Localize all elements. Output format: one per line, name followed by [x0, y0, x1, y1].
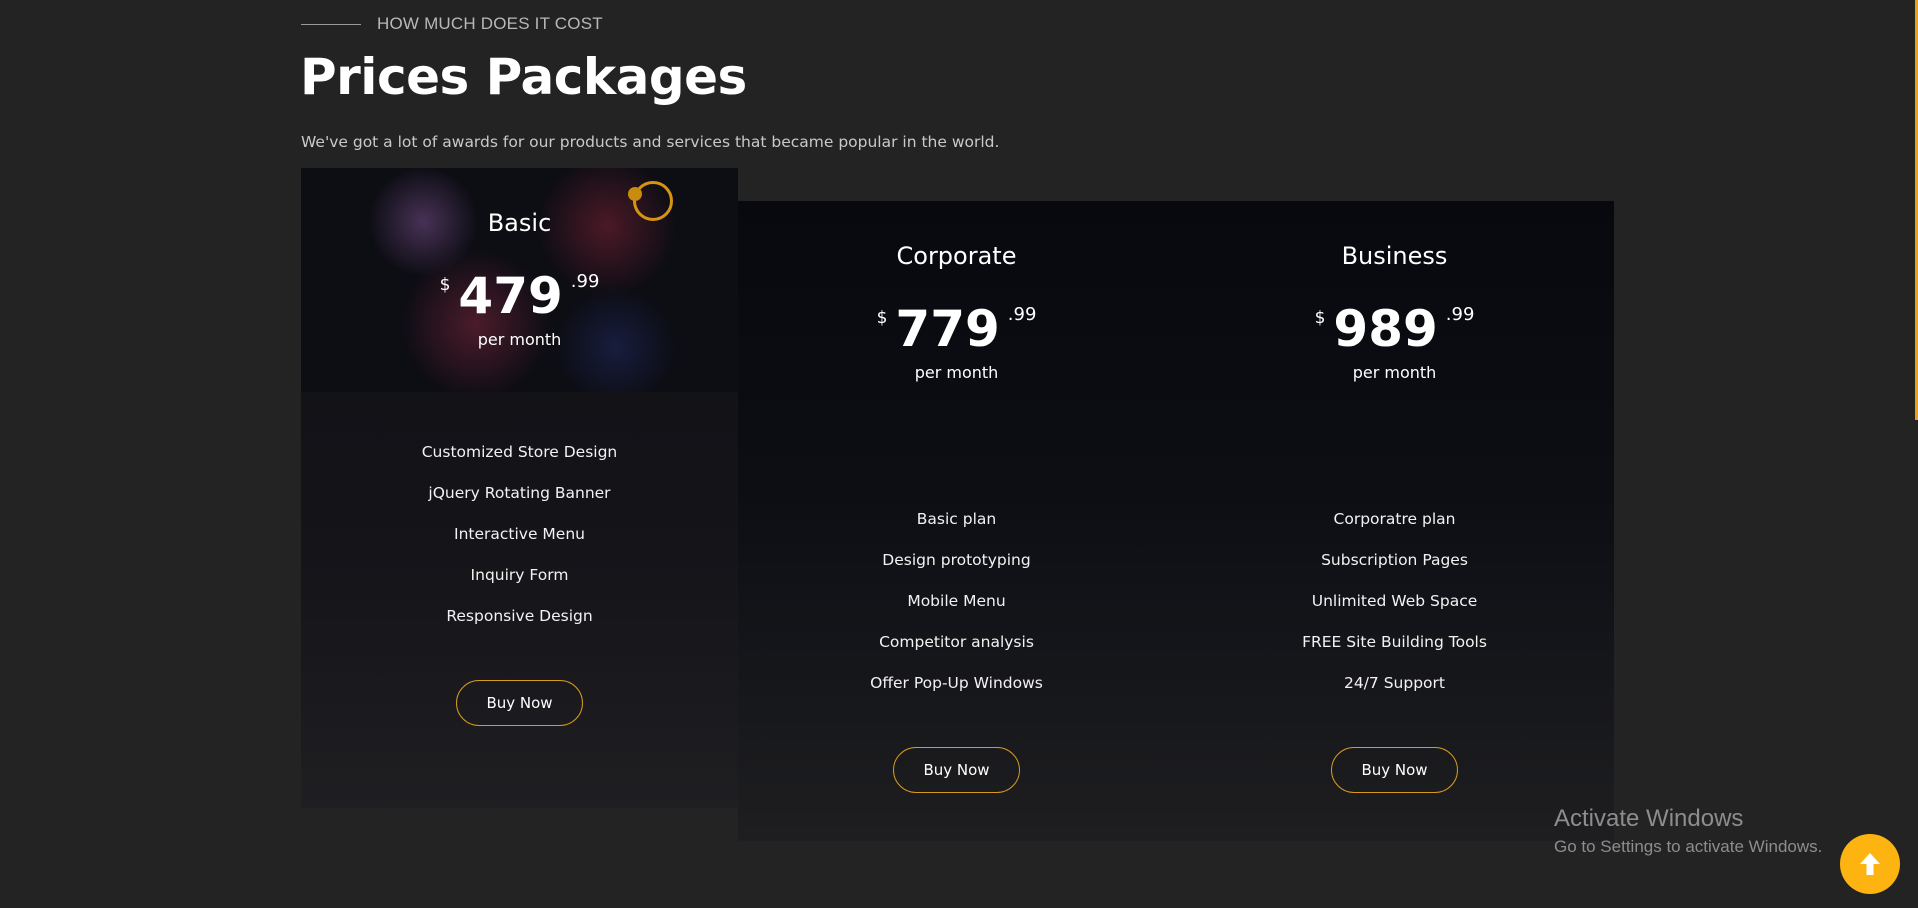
price-period: per month — [914, 363, 999, 382]
price-cents: .99 — [1007, 304, 1037, 325]
feature-item: Competitor analysis — [879, 633, 1034, 651]
pricing-card-business: Business $ 989 .99 per month Corporatre … — [1175, 201, 1614, 841]
feature-item: Mobile Menu — [907, 592, 1006, 610]
feature-item: Customized Store Design — [421, 443, 618, 461]
feature-item: 24/7 Support — [1343, 674, 1445, 692]
price-currency: $ — [439, 275, 451, 295]
feature-item: Inquiry Form — [470, 566, 569, 584]
plan-price: $ 989 .99 — [1175, 300, 1614, 358]
pricing-card-header: Corporate $ 779 .99 per month — [738, 201, 1175, 425]
feature-item: FREE Site Building Tools — [1302, 633, 1487, 651]
section-eyebrow: HOW MUCH DOES IT COST — [301, 14, 603, 34]
price-amount: 989 — [1333, 300, 1438, 358]
feature-item: Interactive Menu — [454, 525, 585, 543]
feature-item: Basic plan — [916, 510, 997, 528]
plan-name: Corporate — [896, 242, 1017, 270]
feature-item: Design prototyping — [882, 551, 1031, 569]
feature-item: jQuery Rotating Banner — [428, 484, 611, 502]
dot-decoration-icon — [628, 187, 642, 201]
price-currency: $ — [1314, 308, 1326, 328]
price-cents: .99 — [570, 271, 600, 292]
section-subtitle: We've got a lot of awards for our produc… — [301, 133, 1000, 151]
plan-price: $ 479 .99 — [301, 267, 738, 325]
pricing-card-corporate: Corporate $ 779 .99 per month Basic plan… — [738, 201, 1175, 841]
buy-now-button-corporate[interactable]: Buy Now — [893, 747, 1020, 793]
price-currency: $ — [876, 308, 888, 328]
activate-windows-watermark: Activate Windows Go to Settings to activ… — [1554, 804, 1822, 860]
pricing-card-basic: Basic $ 479 .99 per month Customized Sto… — [301, 168, 738, 808]
pricing-card-header: Basic $ 479 .99 per month — [301, 168, 738, 392]
price-cents: .99 — [1445, 304, 1475, 325]
feature-item: Corporatre plan — [1333, 510, 1456, 528]
price-amount: 479 — [458, 267, 563, 325]
scroll-to-top-button[interactable] — [1840, 834, 1900, 894]
feature-list: Customized Store Design jQuery Rotating … — [301, 432, 738, 637]
feature-item: Subscription Pages — [1321, 551, 1468, 569]
page-title: Prices Packages — [300, 48, 747, 106]
pricing-card-header: Business $ 989 .99 per month — [1175, 201, 1614, 425]
price-period: per month — [477, 330, 562, 349]
watermark-title: Activate Windows — [1554, 805, 1744, 832]
price-period: per month — [1352, 363, 1437, 382]
plan-price: $ 779 .99 — [738, 300, 1175, 358]
watermark-subtitle: Go to Settings to activate Windows. — [1554, 837, 1823, 856]
arrow-up-icon — [1860, 853, 1880, 875]
eyebrow-divider — [301, 23, 361, 25]
feature-item: Offer Pop-Up Windows — [870, 674, 1043, 692]
feature-list: Basic plan Design prototyping Mobile Men… — [738, 499, 1175, 704]
plan-name: Basic — [487, 209, 552, 237]
buy-now-button-basic[interactable]: Buy Now — [456, 680, 583, 726]
feature-item: Responsive Design — [446, 607, 593, 625]
plan-name: Business — [1341, 242, 1448, 270]
buy-now-button-business[interactable]: Buy Now — [1331, 747, 1458, 793]
feature-item: Unlimited Web Space — [1311, 592, 1478, 610]
feature-list: Corporatre plan Subscription Pages Unlim… — [1175, 499, 1614, 704]
price-amount: 779 — [895, 300, 1000, 358]
eyebrow-text: HOW MUCH DOES IT COST — [377, 14, 603, 33]
